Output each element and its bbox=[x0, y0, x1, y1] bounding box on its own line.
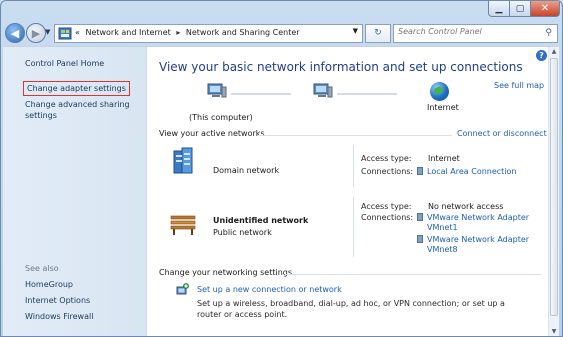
maximize-icon: ▢ bbox=[515, 3, 525, 14]
sidebar-item-control-panel-home[interactable]: Control Panel Home bbox=[25, 58, 104, 69]
refresh-icon: ↻ bbox=[374, 28, 382, 38]
change-networking-settings-heading: Change your networking settings bbox=[159, 268, 293, 277]
vmnet8-connection-link[interactable]: VMware Network Adapter VMnet8 bbox=[417, 235, 532, 255]
connection-name[interactable]: Local Area Connection bbox=[427, 167, 517, 176]
scroll-down-icon[interactable]: ▼ bbox=[549, 327, 559, 336]
control-panel-window: ▁ ▢ ✕ ◀ ▶ ▼ « Network and Internet ▸ Net… bbox=[0, 0, 563, 337]
access-type-value: No network access bbox=[428, 202, 504, 211]
control-panel-icon bbox=[58, 27, 72, 40]
connections-label: Connections: bbox=[361, 167, 414, 176]
network-name: Domain network bbox=[213, 166, 280, 175]
back-arrow-icon: ◀ bbox=[10, 26, 20, 40]
breadcrumb-network-and-internet[interactable]: Network and Internet bbox=[85, 28, 170, 37]
connections-label: Connections: bbox=[361, 213, 414, 222]
address-bar[interactable]: « Network and Internet ▸ Network and Sha… bbox=[54, 24, 363, 43]
sidebar-item-homegroup[interactable]: HomeGroup bbox=[25, 279, 73, 290]
breadcrumb-overflow[interactable]: « bbox=[75, 28, 80, 37]
search-input[interactable] bbox=[398, 27, 538, 36]
forward-button[interactable]: ▶ bbox=[26, 23, 46, 43]
internet-globe-icon bbox=[430, 82, 449, 101]
vmnet1-connection-link[interactable]: VMware Network Adapter VMnet1 bbox=[417, 213, 532, 233]
active-networks-heading: View your active networks bbox=[159, 129, 265, 138]
divider bbox=[353, 145, 354, 187]
connection-name[interactable]: VMware Network Adapter VMnet8 bbox=[427, 235, 529, 254]
content-area: Control Panel Home Change adapter settin… bbox=[3, 46, 559, 336]
refresh-button[interactable]: ↻ bbox=[365, 24, 391, 43]
breadcrumb-network-and-sharing-center[interactable]: Network and Sharing Center bbox=[186, 28, 300, 37]
public-network-bench-icon bbox=[170, 215, 196, 235]
internet-label: Internet bbox=[427, 103, 459, 112]
connect-or-disconnect-link[interactable]: Connect or disconnect bbox=[457, 129, 547, 138]
breadcrumb-separator[interactable]: ▸ bbox=[176, 28, 180, 37]
network-adapter-icon bbox=[417, 235, 423, 243]
access-type-label: Access type: bbox=[361, 154, 412, 163]
sidebar-item-change-advanced-sharing-settings[interactable]: Change advanced sharing settings bbox=[25, 99, 140, 121]
search-box[interactable]: ⚲ bbox=[393, 24, 558, 43]
connection-name[interactable]: VMware Network Adapter VMnet1 bbox=[427, 213, 529, 232]
help-icon[interactable]: ? bbox=[536, 50, 547, 61]
scroll-up-icon[interactable]: ▲ bbox=[549, 47, 559, 57]
forward-arrow-icon: ▶ bbox=[31, 26, 41, 40]
vertical-scrollbar[interactable]: ▲ ▼ bbox=[548, 47, 559, 336]
divider bbox=[285, 274, 541, 275]
sidebar-item-windows-firewall[interactable]: Windows Firewall bbox=[25, 311, 93, 322]
see-full-map-link[interactable]: See full map bbox=[494, 81, 544, 90]
sidebar-item-internet-options[interactable]: Internet Options bbox=[25, 295, 90, 306]
scroll-thumb[interactable] bbox=[550, 58, 558, 316]
divider bbox=[259, 135, 452, 136]
sidebar-item-change-adapter-settings[interactable]: Change adapter settings bbox=[23, 81, 130, 96]
close-icon: ✕ bbox=[540, 3, 550, 14]
page-title: View your basic network information and … bbox=[159, 60, 523, 74]
this-computer-icon bbox=[207, 83, 227, 98]
connection-line bbox=[231, 93, 291, 95]
setup-new-connection-link[interactable]: Set up a new connection or network bbox=[197, 285, 342, 294]
minimize-button[interactable]: ▁ bbox=[488, 1, 510, 17]
network-adapter-icon bbox=[417, 167, 423, 175]
recent-pages-dropdown[interactable]: ▼ bbox=[45, 28, 50, 36]
this-computer-label: (This computer) bbox=[189, 113, 253, 122]
minimize-icon: ▁ bbox=[495, 3, 503, 14]
network-name: Unidentified network bbox=[213, 216, 309, 225]
maximize-button[interactable]: ▢ bbox=[509, 1, 531, 17]
see-also-heading: See also bbox=[25, 264, 59, 273]
access-type-value: Internet bbox=[428, 154, 460, 163]
access-type-label: Access type: bbox=[361, 202, 412, 211]
network-adapter-icon bbox=[417, 213, 423, 221]
navigation-pane: Control Panel Home Change adapter settin… bbox=[3, 47, 147, 336]
network-type[interactable]: Public network bbox=[213, 228, 272, 237]
address-dropdown-icon[interactable]: ▼ bbox=[353, 27, 358, 35]
search-icon[interactable]: ⚲ bbox=[545, 28, 552, 38]
back-button[interactable]: ◀ bbox=[5, 23, 25, 43]
setup-connection-description: Set up a wireless, broadband, dial-up, a… bbox=[197, 299, 505, 319]
setup-connection-icon bbox=[176, 283, 189, 295]
network-icon bbox=[313, 83, 333, 98]
local-area-connection-link[interactable]: Local Area Connection bbox=[417, 167, 517, 176]
divider bbox=[353, 197, 354, 257]
close-button[interactable]: ✕ bbox=[530, 1, 560, 17]
domain-network-icon bbox=[173, 147, 193, 174]
connection-line bbox=[337, 93, 397, 95]
main-panel: ? View your basic network information an… bbox=[147, 47, 547, 336]
